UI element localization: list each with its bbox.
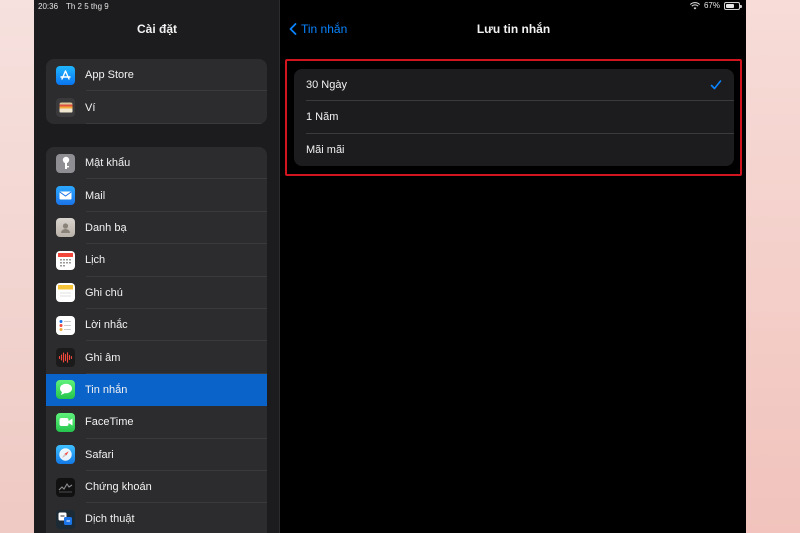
sidebar-item-label: Ghi chú [85, 286, 123, 299]
sidebar-item-safari[interactable]: Safari [46, 439, 267, 471]
sidebar-item-translate[interactable]: Dịch thuật [46, 503, 267, 533]
safari-icon [56, 445, 75, 465]
option-label: 1 Năm [306, 111, 339, 124]
wallet-icon [56, 98, 75, 118]
sidebar-item-label: Tin nhắn [85, 383, 128, 396]
option-1-year[interactable]: 1 Năm [294, 101, 734, 134]
sidebar-title: Cài đặt [136, 22, 177, 36]
sidebar-item-label: Ghi âm [85, 351, 121, 364]
sidebar-item-app-store[interactable]: App Store [46, 59, 267, 92]
sidebar-item-facetime[interactable]: FaceTime [46, 406, 267, 439]
option-forever[interactable]: Mãi mãi [294, 134, 734, 166]
battery-icon [724, 1, 742, 10]
detail-pane: Lưu tin nhắn Tin nhắn 30 Ngày 1 Năm Mãi … [281, 0, 746, 533]
battery-fill [726, 3, 735, 8]
sidebar-item-label: App Store [85, 69, 134, 82]
sidebar-group-store: App Store Ví [46, 59, 267, 124]
stocks-icon [56, 477, 75, 497]
sidebar-item-stocks[interactable]: Chứng khoán [46, 471, 267, 504]
battery-tip [740, 4, 742, 8]
calendar-icon [56, 250, 75, 270]
background-right [746, 0, 800, 533]
notes-icon [56, 283, 75, 303]
contacts-icon [56, 218, 75, 238]
background-left [0, 0, 34, 533]
back-button-label: Tin nhắn [301, 22, 348, 36]
sidebar-item-label: Danh bạ [85, 221, 127, 234]
sidebar-item-label: Mail [85, 189, 106, 202]
wifi-icon [689, 1, 700, 9]
sidebar-item-passwords[interactable]: Mật khẩu [46, 147, 267, 180]
sidebar-item-label: Lịch [85, 254, 106, 267]
facetime-icon [56, 412, 75, 432]
sidebar-item-notes[interactable]: Ghi chú [46, 277, 267, 309]
sidebar-item-mail[interactable]: Mail [46, 179, 267, 212]
status-date: Th 2 5 thg 9 [66, 2, 109, 11]
row-divider [86, 122, 267, 124]
sidebar-item-reminders[interactable]: Lời nhắc [46, 309, 267, 342]
page-title: Lưu tin nhắn [476, 22, 551, 36]
sidebar-item-voice-memos[interactable]: Ghi âm [46, 341, 267, 374]
settings-sidebar: Cài đặt App Store Ví Mật khẩu Mail Danh … [34, 0, 280, 533]
keep-messages-options: 30 Ngày 1 Năm Mãi mãi [294, 69, 734, 166]
sidebar-item-label: Chứng khoán [85, 481, 152, 494]
voice-memos-icon [56, 348, 75, 368]
sidebar-item-label: Ví [85, 101, 96, 114]
key-icon [56, 153, 75, 173]
option-label: Mãi mãi [306, 143, 345, 156]
translate-icon [56, 509, 75, 529]
checkmark-icon [710, 80, 722, 90]
reminders-icon [56, 315, 75, 335]
sidebar-item-label: Dịch thuật [85, 513, 135, 526]
option-label: 30 Ngày [306, 79, 347, 92]
sidebar-item-label: Mật khẩu [85, 157, 131, 170]
status-bar: 20:36 Th 2 5 thg 9 67% [34, 0, 746, 14]
sidebar-item-messages[interactable]: Tin nhắn [46, 373, 267, 407]
mail-icon [56, 186, 75, 206]
sidebar-group-apps: Mật khẩu Mail Danh bạ Lịch Ghi chú Lời n… [46, 147, 267, 533]
sidebar-item-label: FaceTime [85, 416, 134, 429]
sidebar-item-label: Lời nhắc [85, 319, 128, 332]
chevron-left-icon [289, 23, 297, 35]
sidebar-item-calendar[interactable]: Lịch [46, 244, 267, 277]
messages-icon [56, 380, 75, 400]
sidebar-item-wallet[interactable]: Ví [46, 91, 267, 124]
ipad-screen: 20:36 Th 2 5 thg 9 67% Cài đặt App Store… [34, 0, 746, 533]
sidebar-item-contacts[interactable]: Danh bạ [46, 212, 267, 245]
option-30-days[interactable]: 30 Ngày [294, 69, 734, 102]
sidebar-item-label: Safari [85, 448, 114, 461]
battery-percent: 67% [703, 1, 720, 10]
app-store-icon [56, 65, 75, 85]
back-button[interactable]: Tin nhắn [289, 22, 347, 36]
status-right: 67% [689, 1, 742, 10]
status-time: 20:36 [38, 2, 59, 11]
